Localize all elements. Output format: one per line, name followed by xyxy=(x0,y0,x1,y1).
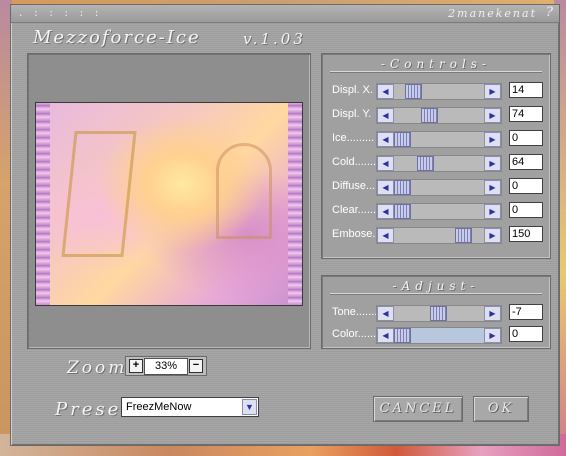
zoom-label: Zoom xyxy=(67,358,128,378)
preview-frame-shape xyxy=(61,131,137,257)
help-button[interactable]: ? xyxy=(546,5,553,20)
arrow-left-icon[interactable]: ◀ xyxy=(377,306,394,321)
slider-row-embose: Embose. ◀ ▶ 150 xyxy=(322,226,550,244)
controls-title: -Controls- xyxy=(380,57,492,71)
color-slider[interactable]: ◀ ▶ xyxy=(376,327,502,344)
clear-slider[interactable]: ◀ ▶ xyxy=(376,203,502,220)
slider-thumb[interactable] xyxy=(394,180,411,195)
slider-row-tone: Tone....... ◀ ▶ -7 xyxy=(322,304,550,322)
slider-label: Tone....... xyxy=(332,306,378,318)
slider-thumb[interactable] xyxy=(430,306,447,321)
slider-label: Ice......... xyxy=(332,132,375,144)
slider-row-ice: Ice......... ◀ ▶ 0 xyxy=(322,130,550,148)
author-credit: 2manekenat xyxy=(448,7,537,20)
displ-y-slider[interactable]: ◀ ▶ xyxy=(376,107,502,124)
slider-label: Displ. Y. xyxy=(332,108,372,120)
preview-arch-shape xyxy=(216,143,272,239)
adjust-title: -Adjust- xyxy=(392,279,480,293)
cold-slider[interactable]: ◀ ▶ xyxy=(376,155,502,172)
slider-thumb[interactable] xyxy=(417,156,434,171)
displ-y-value[interactable]: 74 xyxy=(509,106,543,122)
slider-label: Embose. xyxy=(332,228,376,240)
slider-thumb[interactable] xyxy=(455,228,472,243)
slider-label: Displ. X. xyxy=(332,84,373,96)
preview-panel xyxy=(27,53,311,349)
adjust-group: -Adjust- Tone....... ◀ ▶ -7 Color.......… xyxy=(321,275,551,349)
slider-thumb[interactable] xyxy=(405,84,422,99)
arrow-right-icon[interactable]: ▶ xyxy=(484,84,501,99)
arrow-right-icon[interactable]: ▶ xyxy=(484,306,501,321)
arrow-right-icon[interactable]: ▶ xyxy=(484,132,501,147)
arrow-left-icon[interactable]: ◀ xyxy=(377,328,394,343)
arrow-left-icon[interactable]: ◀ xyxy=(377,132,394,147)
displ-x-slider[interactable]: ◀ ▶ xyxy=(376,83,502,100)
preset-dropdown[interactable]: FreezMeNow ▼ xyxy=(121,397,259,417)
zoom-value: 33% xyxy=(144,358,188,375)
arrow-left-icon[interactable]: ◀ xyxy=(377,228,394,243)
zoom-in-button[interactable]: + xyxy=(129,359,143,373)
adjust-divider xyxy=(330,293,542,295)
arrow-left-icon[interactable]: ◀ xyxy=(377,108,394,123)
embose-value[interactable]: 150 xyxy=(509,226,543,242)
arrow-right-icon[interactable]: ▶ xyxy=(484,180,501,195)
slider-thumb[interactable] xyxy=(421,108,438,123)
controls-group: -Controls- Displ. X. ◀ ▶ 14 Displ. Y. ◀ … xyxy=(321,53,551,259)
ice-value[interactable]: 0 xyxy=(509,130,543,146)
slider-label: Clear...... xyxy=(332,204,377,216)
displ-x-value[interactable]: 14 xyxy=(509,82,543,98)
ok-button[interactable]: OK xyxy=(473,396,529,422)
preview-stripe-left xyxy=(36,103,50,305)
arrow-right-icon[interactable]: ▶ xyxy=(484,156,501,171)
controls-divider xyxy=(330,71,542,73)
chevron-down-icon[interactable]: ▼ xyxy=(242,399,257,415)
app-version: v.1.03 xyxy=(243,30,306,48)
slider-row-clear: Clear...... ◀ ▶ 0 xyxy=(322,202,550,220)
plugin-window: . : : : : : 2manekenat ? Mezzoforce-Ice … xyxy=(10,4,560,446)
slider-thumb[interactable] xyxy=(394,328,411,343)
slider-label: Cold....... xyxy=(332,156,377,168)
slider-row-displ-y: Displ. Y. ◀ ▶ 74 xyxy=(322,106,550,124)
slider-thumb[interactable] xyxy=(394,204,411,219)
arrow-right-icon[interactable]: ▶ xyxy=(484,328,501,343)
slider-row-color: Color....... ◀ ▶ 0 xyxy=(322,326,550,344)
zoom-control: + 33% − xyxy=(125,356,207,376)
slider-label: Diffuse.... xyxy=(332,180,379,192)
tone-value[interactable]: -7 xyxy=(509,304,543,320)
titlebar-dots: . : : : : : xyxy=(19,6,103,19)
slider-thumb[interactable] xyxy=(394,132,411,147)
preview-image[interactable] xyxy=(35,102,303,306)
arrow-right-icon[interactable]: ▶ xyxy=(484,228,501,243)
ice-slider[interactable]: ◀ ▶ xyxy=(376,131,502,148)
zoom-out-button[interactable]: − xyxy=(189,359,203,373)
slider-row-diffuse: Diffuse.... ◀ ▶ 0 xyxy=(322,178,550,196)
title-bar[interactable]: . : : : : : 2manekenat ? xyxy=(11,5,559,23)
arrow-left-icon[interactable]: ◀ xyxy=(377,84,394,99)
diffuse-slider[interactable]: ◀ ▶ xyxy=(376,179,502,196)
color-value[interactable]: 0 xyxy=(509,326,543,342)
arrow-left-icon[interactable]: ◀ xyxy=(377,204,394,219)
slider-label: Color....... xyxy=(332,328,380,340)
embose-slider[interactable]: ◀ ▶ xyxy=(376,227,502,244)
preview-stripe-right xyxy=(288,103,302,305)
tone-slider[interactable]: ◀ ▶ xyxy=(376,305,502,322)
diffuse-value[interactable]: 0 xyxy=(509,178,543,194)
arrow-right-icon[interactable]: ▶ xyxy=(484,108,501,123)
slider-row-displ-x: Displ. X. ◀ ▶ 14 xyxy=(322,82,550,100)
preset-selected-value: FreezMeNow xyxy=(126,401,192,413)
arrow-left-icon[interactable]: ◀ xyxy=(377,180,394,195)
app-title: Mezzoforce-Ice xyxy=(33,27,201,48)
arrow-left-icon[interactable]: ◀ xyxy=(377,156,394,171)
clear-value[interactable]: 0 xyxy=(509,202,543,218)
cancel-button[interactable]: CANCEL xyxy=(373,396,463,422)
slider-row-cold: Cold....... ◀ ▶ 64 xyxy=(322,154,550,172)
arrow-right-icon[interactable]: ▶ xyxy=(484,204,501,219)
cold-value[interactable]: 64 xyxy=(509,154,543,170)
